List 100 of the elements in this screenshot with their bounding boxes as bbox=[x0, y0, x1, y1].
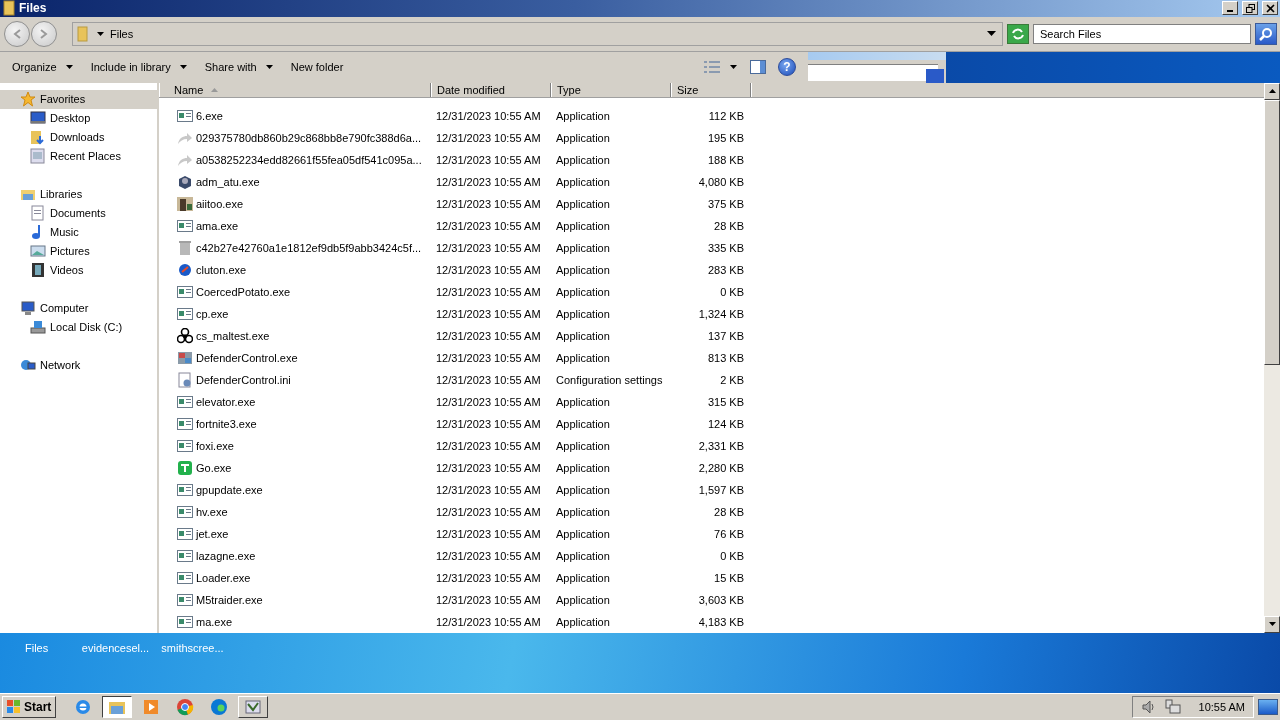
sidebar-item[interactable]: Local Disk (C:) bbox=[0, 317, 157, 337]
date-modified: 12/31/2023 10:55 AM bbox=[436, 483, 541, 496]
date-modified: 12/31/2023 10:55 AM bbox=[436, 329, 541, 342]
file-name[interactable]: elevator.exe bbox=[196, 395, 256, 408]
file-size: 195 KB bbox=[707, 131, 744, 144]
forward-button[interactable] bbox=[31, 20, 57, 47]
column-header[interactable]: Type bbox=[551, 82, 671, 97]
date-modified: 12/31/2023 10:55 AM bbox=[436, 175, 541, 188]
file-name[interactable]: cs_maltest.exe bbox=[196, 329, 270, 342]
file-name[interactable]: M5traider.exe bbox=[196, 593, 263, 606]
date-modified: 12/31/2023 10:55 AM bbox=[436, 571, 541, 584]
browser-e-icon bbox=[74, 697, 93, 716]
chrome-icon bbox=[176, 697, 195, 716]
file-name[interactable]: hv.exe bbox=[196, 505, 228, 518]
back-button[interactable] bbox=[4, 20, 30, 47]
speaker-icon[interactable] bbox=[1140, 698, 1157, 715]
sidebar-item[interactable]: Music bbox=[0, 222, 157, 242]
clock[interactable]: 10:55 AM bbox=[1198, 700, 1245, 713]
file-size: 76 KB bbox=[714, 527, 744, 540]
file-name[interactable]: a0538252234edd82661f55fea05df541c095a... bbox=[196, 153, 422, 166]
file-size: 15 KB bbox=[714, 571, 744, 584]
file-name[interactable]: lazagne.exe bbox=[196, 549, 256, 562]
sidebar-item[interactable]: Downloads bbox=[0, 127, 157, 147]
date-modified: 12/31/2023 10:55 AM bbox=[436, 395, 541, 408]
file-name[interactable]: Go.exe bbox=[196, 461, 232, 474]
box-icon bbox=[177, 173, 193, 190]
breadcrumb[interactable]: Files bbox=[95, 27, 136, 40]
application-icon bbox=[177, 283, 193, 300]
file-name[interactable]: Loader.exe bbox=[196, 571, 251, 584]
downloads-icon bbox=[30, 129, 46, 146]
sidebar-item[interactable]: Network bbox=[0, 355, 157, 375]
toolbar-button[interactable]: Organize bbox=[4, 58, 81, 77]
sidebar-item[interactable]: Libraries bbox=[0, 184, 157, 204]
scroll-thumb[interactable] bbox=[1264, 99, 1280, 365]
sidebar-item[interactable]: Computer bbox=[0, 298, 157, 318]
file-size: 28 KB bbox=[714, 505, 744, 518]
application-icon bbox=[177, 217, 193, 234]
file-type: Application bbox=[556, 351, 610, 364]
file-type: Application bbox=[556, 527, 610, 540]
caret-icon[interactable] bbox=[730, 65, 737, 70]
file-name[interactable]: cluton.exe bbox=[196, 263, 247, 276]
toolbar-button[interactable]: New folder bbox=[282, 58, 352, 77]
scrollbar[interactable] bbox=[1264, 82, 1280, 633]
recent-places-icon bbox=[30, 148, 46, 165]
file-name[interactable]: 029375780db860b29c868bb8e790fc388d6a... bbox=[196, 131, 422, 144]
start-button[interactable]: Start bbox=[2, 695, 57, 718]
file-name[interactable]: fortnite3.exe bbox=[196, 417, 257, 430]
file-name[interactable]: ma.exe bbox=[196, 615, 233, 628]
date-modified: 12/31/2023 10:55 AM bbox=[436, 417, 541, 430]
date-modified: 12/31/2023 10:55 AM bbox=[436, 373, 541, 386]
file-name[interactable]: aiitoo.exe bbox=[196, 197, 244, 210]
refresh-icon bbox=[1010, 26, 1026, 41]
minimize-button[interactable] bbox=[1222, 1, 1238, 16]
search-button[interactable] bbox=[1255, 22, 1277, 45]
folder-icon bbox=[3, 0, 15, 17]
file-name[interactable]: ama.exe bbox=[196, 219, 239, 232]
toolbar-button[interactable]: Include in library bbox=[82, 58, 195, 77]
close-button[interactable] bbox=[1262, 1, 1278, 16]
file-type: Application bbox=[556, 439, 610, 452]
picture-icon bbox=[30, 243, 46, 260]
sidebar-item[interactable]: Pictures bbox=[0, 241, 157, 261]
file-name[interactable]: adm_atu.exe bbox=[196, 175, 260, 188]
sidebar-item[interactable]: Recent Places bbox=[0, 146, 157, 166]
column-header[interactable]: Size bbox=[671, 82, 751, 97]
file-name[interactable]: DefenderControl.ini bbox=[196, 373, 291, 386]
file-name[interactable]: 6.exe bbox=[196, 109, 223, 122]
preview-pane-icon[interactable] bbox=[750, 60, 766, 75]
date-modified: 12/31/2023 10:55 AM bbox=[436, 527, 541, 540]
sidebar-item[interactable]: Desktop bbox=[0, 108, 157, 128]
file-type: Application bbox=[556, 175, 610, 188]
taskbar-button[interactable] bbox=[102, 695, 133, 718]
windows-logo-icon bbox=[7, 699, 21, 714]
file-name[interactable]: foxi.exe bbox=[196, 439, 234, 452]
sidebar-item[interactable]: Videos bbox=[0, 260, 157, 280]
file-size: 813 KB bbox=[707, 351, 744, 364]
file-type: Application bbox=[556, 461, 610, 474]
file-name[interactable]: gpupdate.exe bbox=[196, 483, 263, 496]
date-modified: 12/31/2023 10:55 AM bbox=[436, 241, 541, 254]
file-name[interactable]: c42b27e42760a1e1812ef9db5f9abb3424c5f... bbox=[196, 241, 422, 254]
file-name[interactable]: DefenderControl.exe bbox=[196, 351, 298, 364]
file-name[interactable]: CoercedPotato.exe bbox=[196, 285, 291, 298]
refresh-button[interactable] bbox=[1007, 23, 1029, 44]
column-header[interactable]: Name bbox=[159, 82, 431, 97]
show-desktop-button[interactable] bbox=[1258, 698, 1278, 715]
sidebar-item[interactable]: Favorites bbox=[0, 89, 157, 109]
network-icon[interactable] bbox=[1164, 698, 1181, 715]
restore-button[interactable] bbox=[1242, 1, 1258, 16]
file-type: Application bbox=[556, 307, 610, 320]
file-type: Application bbox=[556, 241, 610, 254]
file-name[interactable]: cp.exe bbox=[196, 307, 229, 320]
sidebar-item[interactable]: Documents bbox=[0, 203, 157, 223]
file-name[interactable]: jet.exe bbox=[196, 527, 229, 540]
column-header[interactable]: Date modified bbox=[431, 82, 551, 97]
scroll-down-button[interactable] bbox=[1264, 615, 1280, 633]
file-size: 1,597 KB bbox=[698, 483, 744, 496]
address-bar[interactable]: Files bbox=[72, 21, 1003, 46]
shield-icon bbox=[177, 349, 193, 366]
search-field[interactable]: Search Files bbox=[1033, 23, 1251, 44]
dropdown-icon[interactable] bbox=[987, 31, 996, 37]
toolbar-button[interactable]: Share with bbox=[196, 58, 281, 77]
